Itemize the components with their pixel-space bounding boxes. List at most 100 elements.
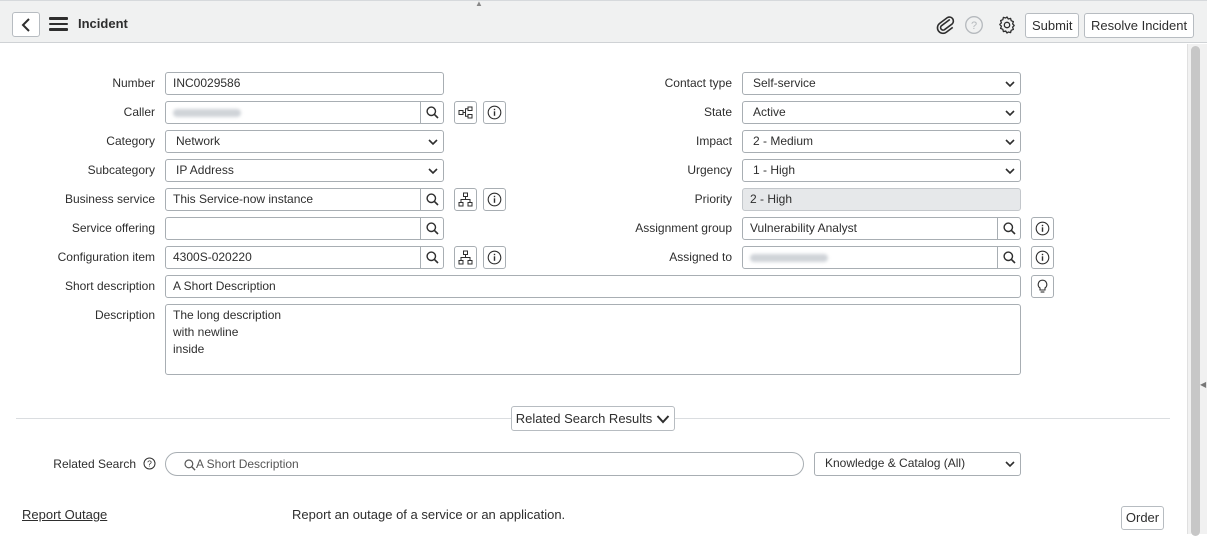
assignment-group-field[interactable]: Vulnerability Analyst: [742, 217, 998, 240]
state-value: Active: [753, 105, 786, 119]
number-field[interactable]: INC0029586: [165, 72, 444, 95]
contact-type-label: Contact type: [664, 76, 732, 90]
info-icon: [487, 250, 502, 265]
svg-text:?: ?: [147, 459, 152, 469]
info-icon: [1035, 221, 1050, 236]
caller-info-button[interactable]: [483, 101, 506, 124]
search-icon: [425, 106, 439, 119]
search-icon: [425, 222, 439, 235]
description-textarea[interactable]: The long description with newline inside: [165, 304, 1021, 375]
number-label: Number: [112, 76, 155, 90]
service-offering-field[interactable]: [165, 217, 421, 240]
chevron-down-icon: [428, 139, 438, 146]
form-header: ▲ Incident ? Submit Resolve Incident: [0, 0, 1207, 43]
resolve-incident-button[interactable]: Resolve Incident: [1084, 13, 1195, 38]
hamburger-icon[interactable]: [49, 17, 68, 31]
chevron-down-icon: [428, 168, 438, 175]
contact-type-select[interactable]: Self-service: [742, 72, 1021, 95]
impact-label: Impact: [695, 134, 732, 148]
hierarchy-icon: [458, 250, 473, 265]
caller-lookup-button[interactable]: [420, 101, 444, 124]
caller-value-redacted: [173, 109, 241, 117]
help-icon[interactable]: ?: [143, 457, 156, 470]
impact-select[interactable]: 2 - Medium: [742, 130, 1021, 153]
caller-field[interactable]: [165, 101, 421, 124]
chevron-down-icon: [657, 414, 670, 423]
assignment-group-info-button[interactable]: [1031, 217, 1054, 240]
related-search-results-toggle[interactable]: Related Search Results: [511, 406, 675, 431]
assigned-to-field[interactable]: [742, 246, 998, 269]
suggestion-button[interactable]: [1031, 275, 1054, 298]
service-offering-label: Service offering: [71, 221, 155, 235]
vertical-scrollbar[interactable]: ◀: [1187, 44, 1207, 536]
contact-type-value: Self-service: [753, 76, 816, 90]
info-icon: [1035, 250, 1050, 265]
submit-button[interactable]: Submit: [1025, 13, 1080, 38]
configuration-item-label: Configuration item: [57, 250, 155, 264]
search-scope-value: Knowledge & Catalog (All): [825, 456, 966, 470]
svg-text:?: ?: [971, 20, 977, 32]
business-service-field[interactable]: This Service-now instance: [165, 188, 421, 211]
short-description-label: Short description: [64, 279, 155, 293]
related-search-results-label: Related Search Results: [515, 411, 653, 426]
report-outage-link[interactable]: Report Outage: [22, 507, 107, 522]
impact-value: 2 - Medium: [753, 134, 814, 148]
back-button[interactable]: [12, 12, 40, 37]
chevron-down-icon: [1005, 168, 1015, 175]
search-icon: [425, 251, 439, 264]
assigned-to-info-button[interactable]: [1031, 246, 1054, 269]
assigned-to-label: Assigned to: [669, 250, 732, 264]
configuration-item-map-button[interactable]: [454, 246, 477, 269]
collapse-grip-icon[interactable]: ▲: [475, 0, 483, 8]
assigned-to-value-redacted: [750, 254, 828, 262]
caller-relationship-button[interactable]: [454, 101, 477, 124]
search-icon: [1002, 222, 1016, 235]
assigned-to-lookup-button[interactable]: [997, 246, 1021, 269]
category-select[interactable]: Network: [165, 130, 444, 153]
chevron-down-icon: [1005, 461, 1015, 468]
category-label: Category: [106, 134, 155, 148]
state-select[interactable]: Active: [742, 101, 1021, 124]
related-search-label: Related Search: [53, 457, 136, 471]
urgency-value: 1 - High: [753, 163, 796, 177]
search-icon: [425, 193, 439, 206]
service-offering-lookup-button[interactable]: [420, 217, 444, 240]
configuration-item-info-button[interactable]: [483, 246, 506, 269]
description-label: Description: [94, 308, 155, 322]
assignment-group-label: Assignment group: [635, 221, 732, 235]
search-scope-select[interactable]: Knowledge & Catalog (All): [814, 452, 1021, 476]
category-value: Network: [176, 134, 221, 148]
subcategory-select[interactable]: IP Address: [165, 159, 444, 182]
related-search-input[interactable]: A Short Description: [165, 452, 804, 476]
hierarchy-icon: [458, 192, 473, 207]
subcategory-value: IP Address: [176, 163, 234, 177]
info-icon: [487, 105, 502, 120]
caller-label: Caller: [123, 105, 155, 119]
scrollbar-thumb[interactable]: [1191, 46, 1200, 536]
chevron-left-icon: [21, 17, 30, 32]
info-icon: [487, 192, 502, 207]
subcategory-label: Subcategory: [87, 163, 155, 177]
state-label: State: [703, 105, 732, 119]
related-search-value: A Short Description: [196, 457, 299, 471]
paperclip-icon[interactable]: [936, 15, 956, 35]
business-service-lookup-button[interactable]: [420, 188, 444, 211]
page-title: Incident: [78, 16, 128, 31]
scroll-arrow-icon[interactable]: ◀: [1200, 380, 1206, 389]
search-icon: [1002, 251, 1016, 264]
order-button[interactable]: Order: [1121, 506, 1164, 530]
lightbulb-icon: [1037, 279, 1048, 293]
configuration-item-lookup-button[interactable]: [420, 246, 444, 269]
chevron-down-icon: [1005, 110, 1015, 117]
relationship-icon: [458, 106, 473, 119]
priority-label: Priority: [694, 192, 732, 206]
business-service-info-button[interactable]: [483, 188, 506, 211]
business-service-map-button[interactable]: [454, 188, 477, 211]
assignment-group-lookup-button[interactable]: [997, 217, 1021, 240]
configuration-item-field[interactable]: 4300S-020220: [165, 246, 421, 269]
gear-icon[interactable]: [997, 15, 1017, 35]
result-description: Report an outage of a service or an appl…: [292, 507, 566, 522]
help-icon[interactable]: ?: [964, 15, 984, 35]
urgency-select[interactable]: 1 - High: [742, 159, 1021, 182]
short-description-field[interactable]: A Short Description: [165, 275, 1021, 298]
